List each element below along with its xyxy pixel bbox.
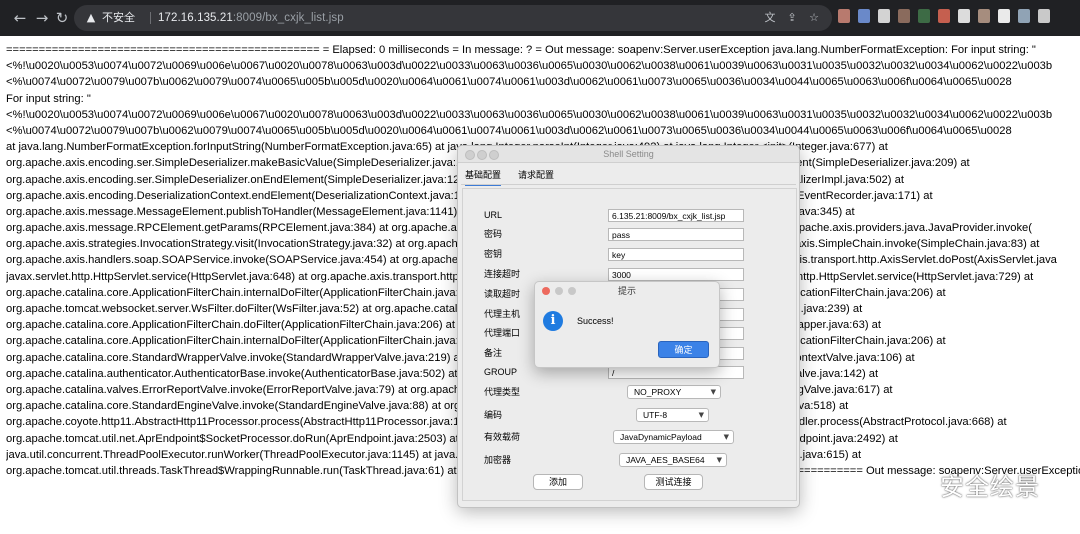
url-path: :8009/bx_cxjk_list.jsp <box>232 12 344 24</box>
encoding-select[interactable]: UTF-8 ▼ <box>636 408 709 422</box>
stack-trace-line: <%\u0074\u0072\u0079\u007b\u0062\u0079\u… <box>6 76 1012 89</box>
tab-divider <box>461 184 796 185</box>
extension-icon[interactable] <box>998 9 1010 23</box>
chevron-down-icon: ▼ <box>698 411 704 419</box>
url-field[interactable]: 6.135.21:8009/bx_cxjk_list.jsp <box>608 209 744 222</box>
chevron-down-icon: ▼ <box>716 456 722 464</box>
extension-icon[interactable] <box>978 9 990 23</box>
shell-setting-titlebar: Shell Setting <box>458 146 799 163</box>
chevron-down-icon: ▼ <box>710 388 716 396</box>
shell-setting-title: Shell Setting <box>603 149 654 159</box>
extension-icon[interactable] <box>898 9 910 23</box>
stack-trace-line: <%!\u0020\u0053\u0074\u0072\u0069\u006e\… <box>6 60 1053 73</box>
bookmark-star-icon[interactable]: ☆ <box>806 10 822 26</box>
read-timeout-label: 读取超时 <box>484 289 521 299</box>
proxy-type-select[interactable]: NO_PROXY ▼ <box>627 385 721 399</box>
password-field[interactable]: pass <box>608 228 744 241</box>
payload-value: JavaDynamicPayload <box>620 432 702 442</box>
extension-icon[interactable] <box>1018 9 1030 23</box>
key-label: 密钥 <box>484 249 503 259</box>
extension-icon[interactable] <box>1038 9 1050 23</box>
url-text[interactable]: 172.16.135.21:8009/bx_cxjk_list.jsp <box>158 10 344 26</box>
encryptor-label: 加密器 <box>484 455 512 465</box>
proxy-type-value: NO_PROXY <box>634 387 682 397</box>
reload-icon[interactable]: ↻ <box>52 8 72 28</box>
share-icon[interactable]: ⇪ <box>784 10 800 26</box>
watermark-text: 安全绘景 <box>940 473 1040 501</box>
stack-trace-line: For input string: " <box>6 92 91 105</box>
encryptor-value: JAVA_AES_BASE64 <box>626 455 705 465</box>
extension-icon[interactable] <box>858 9 870 23</box>
stack-trace-line: ========================================… <box>6 44 1036 56</box>
connect-timeout-field[interactable]: 3000 <box>608 268 744 281</box>
minimize-window-icon[interactable] <box>477 150 487 160</box>
extension-icon[interactable] <box>878 9 890 23</box>
wechat-logo-icon <box>903 475 934 500</box>
zoom-window-icon[interactable] <box>489 150 499 160</box>
encryptor-select[interactable]: JAVA_AES_BASE64 ▼ <box>619 453 727 467</box>
warning-icon: ▲ <box>86 11 96 24</box>
extension-icon[interactable] <box>938 9 950 23</box>
extension-icon[interactable] <box>918 9 930 23</box>
connect-timeout-label: 连接超时 <box>484 269 521 279</box>
extension-icon[interactable] <box>958 9 970 23</box>
proxy-type-label: 代理类型 <box>484 387 521 397</box>
encoding-value: UTF-8 <box>643 410 668 420</box>
close-window-icon[interactable] <box>465 150 475 160</box>
proxy-port-label: 代理端口 <box>484 328 521 338</box>
alert-message: Success! <box>577 316 614 326</box>
forward-icon[interactable]: → <box>32 8 52 28</box>
translate-icon[interactable]: 文 <box>762 10 778 26</box>
payload-label: 有效载荷 <box>484 432 521 442</box>
remark-label: 备注 <box>484 348 503 358</box>
insecure-label[interactable]: 不安全 <box>102 10 135 26</box>
info-icon: i <box>543 311 563 331</box>
chevron-down-icon: ▼ <box>723 433 729 441</box>
password-label: 密码 <box>484 229 503 239</box>
encoding-label: 编码 <box>484 410 503 420</box>
address-separator <box>150 12 151 24</box>
key-field[interactable]: key <box>608 248 744 261</box>
address-bar[interactable]: ▲ 不安全 172.16.135.21:8009/bx_cxjk_list.js… <box>74 5 832 31</box>
test-connection-button[interactable]: 测试连接 <box>644 474 703 490</box>
url-host: 172.16.135.21 <box>158 12 233 24</box>
tab-request-config[interactable]: 请求配置 <box>518 166 554 184</box>
browser-toolbar: ← → ↻ ▲ 不安全 172.16.135.21:8009/bx_cxjk_l… <box>0 0 1080 36</box>
back-icon[interactable]: ← <box>10 8 30 28</box>
payload-select[interactable]: JavaDynamicPayload ▼ <box>613 430 734 444</box>
group-label: GROUP <box>484 367 518 377</box>
alert-title: 提示 <box>617 286 636 296</box>
url-label: URL <box>484 210 503 220</box>
stack-trace-line: <%!\u0020\u0053\u0074\u0072\u0069\u006e\… <box>6 108 1053 121</box>
tab-basic-config[interactable]: 基础配置 <box>465 166 502 186</box>
extension-icon[interactable] <box>838 9 850 23</box>
ok-button[interactable]: 确定 <box>658 341 709 358</box>
proxy-host-label: 代理主机 <box>484 309 521 319</box>
success-alert-dialog: 提示 i Success! 确定 <box>534 281 720 368</box>
stack-trace-line: <%\u0074\u0072\u0079\u007b\u0062\u0079\u… <box>6 124 1012 137</box>
add-button[interactable]: 添加 <box>533 474 583 490</box>
watermark: 安全绘景 <box>902 470 1052 504</box>
